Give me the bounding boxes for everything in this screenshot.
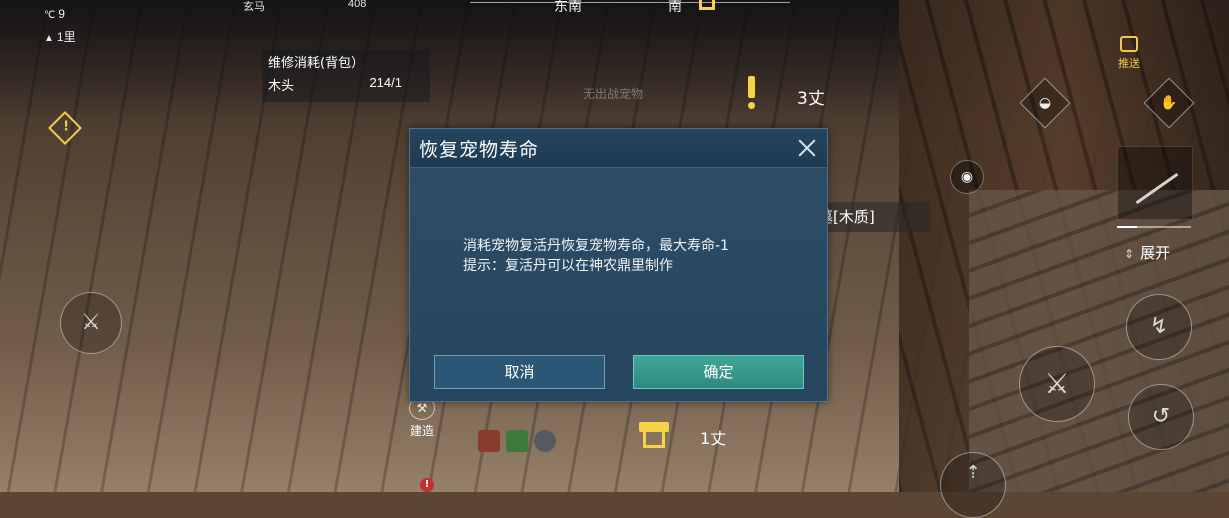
quest-exclamation-icon	[745, 76, 757, 110]
blade-icon: ⚔	[81, 310, 101, 335]
dialog-message: 消耗宠物复活丹恢复宠物寿命，最大寿命-1 提示：复活丹可以在神农鼎里制作	[463, 236, 823, 276]
close-icon[interactable]	[793, 134, 821, 162]
thermometer-icon: ℃	[44, 10, 56, 21]
home-marker-icon	[695, 0, 719, 14]
roll-icon: ↺	[1151, 404, 1171, 429]
compass-direction-south: 南	[668, 0, 682, 14]
bowl-icon: ◒	[1038, 95, 1052, 111]
buff-icons	[478, 430, 562, 452]
weapon-slot[interactable]	[1117, 146, 1193, 220]
jump-icon: ⇡	[965, 462, 981, 483]
quest-distance: 3丈	[797, 89, 825, 109]
eye-icon: ◉	[960, 169, 974, 185]
build-button[interactable]: ⚒ 建造	[404, 396, 440, 439]
push-button[interactable]: 推送	[1114, 36, 1144, 71]
mountain-icon: ▲	[44, 33, 54, 44]
repair-cost-title: 维修消耗(背包）	[268, 56, 365, 71]
dialog-header: 恢复宠物寿命	[410, 129, 827, 168]
hand-tool-icon: ✋	[1160, 95, 1178, 111]
restore-pet-lifespan-dialog: 恢复宠物寿命 消耗宠物复活丹恢复宠物寿命，最大寿命-1 提示：复活丹可以在神农鼎…	[409, 128, 828, 402]
left-skill-button[interactable]: ⚔	[60, 292, 122, 354]
expand-button[interactable]: ⇕ 展开	[1124, 242, 1170, 263]
repair-material-count: 214/1	[369, 75, 402, 90]
view-toggle-button[interactable]: ◉	[950, 160, 984, 194]
push-label: 推送	[1118, 57, 1140, 70]
fire-buff-icon	[478, 430, 500, 452]
running-icon: ↯	[1149, 314, 1169, 339]
compass-bar	[470, 2, 790, 3]
weapon-durability-bar	[1117, 226, 1191, 228]
no-pet-label: 无出战宠物	[583, 87, 644, 101]
cancel-button[interactable]: 取消	[434, 355, 605, 389]
swap-arrows-icon: ⇕	[1124, 247, 1135, 261]
alert-badge-icon: !	[420, 478, 434, 492]
temperature-value: 9	[58, 7, 65, 21]
compass-direction-southeast: 东南	[554, 0, 582, 14]
dagger-icon: ⚔	[1044, 367, 1070, 400]
dodge-button[interactable]: ↺	[1128, 384, 1194, 450]
push-icon	[1120, 36, 1138, 52]
jump-button[interactable]: ⇡	[940, 452, 1006, 518]
mount-name: 玄马	[243, 1, 265, 13]
repair-cost-panel: 维修消耗(背包） 木头 214/1	[262, 50, 430, 102]
sprint-button[interactable]: ↯	[1126, 294, 1192, 360]
dialog-title: 恢复宠物寿命	[419, 139, 540, 161]
dialog-message-line2: 提示：复活丹可以在神农鼎里制作	[463, 258, 673, 274]
home-gate-icon	[637, 420, 671, 450]
home-distance: 1丈	[700, 429, 727, 448]
distance-readout: ▲ 1里	[44, 28, 76, 45]
temperature-readout: ℃ 9	[44, 7, 65, 21]
herb-buff-icon	[506, 430, 528, 452]
repair-material-name: 木头	[268, 79, 295, 94]
dialog-message-line1: 消耗宠物复活丹恢复宠物寿命，最大寿命-1	[463, 238, 729, 254]
pet-status-icon	[534, 430, 556, 452]
spear-icon	[1135, 172, 1179, 205]
confirm-button[interactable]: 确定	[633, 355, 804, 389]
distance-value: 1里	[56, 30, 76, 44]
build-label: 建造	[409, 424, 434, 438]
attack-button[interactable]: ⚔	[1019, 346, 1095, 422]
expand-label: 展开	[1140, 244, 1171, 262]
mount-value: 408	[348, 0, 367, 10]
